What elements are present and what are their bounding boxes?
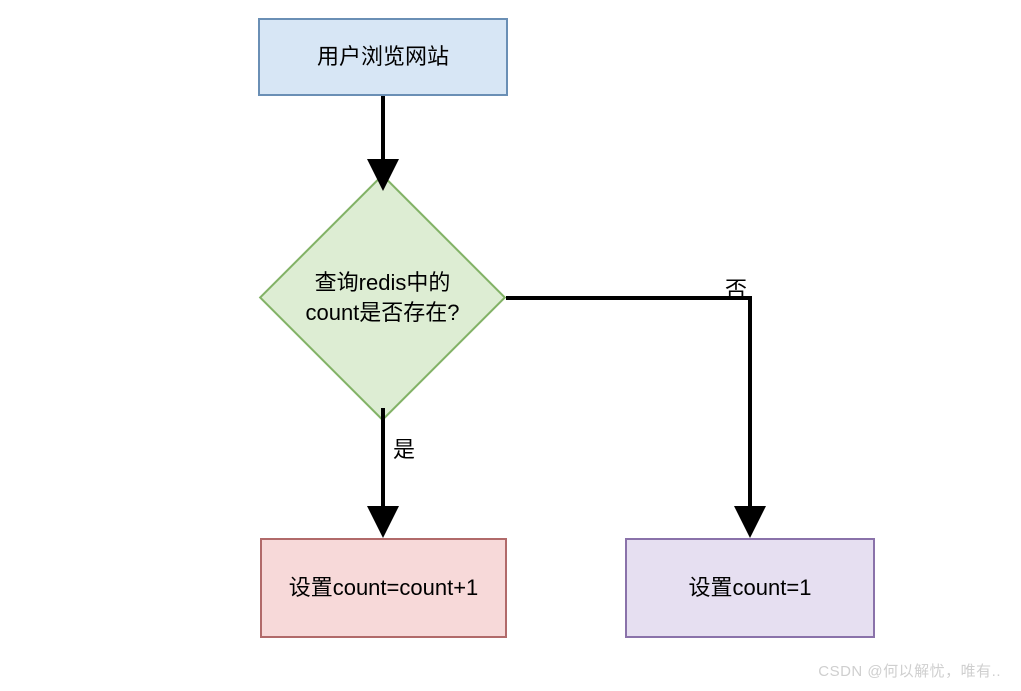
node-yes-action-label: 设置count=count+1 [289, 573, 479, 603]
node-decision-label: 查询redis中的count是否存在? [295, 210, 470, 385]
node-decision: 查询redis中的count是否存在? [295, 210, 470, 385]
node-no-action-label: 设置count=1 [689, 573, 812, 603]
edge-label-yes: 是 [393, 432, 415, 464]
edge-label-no: 否 [725, 272, 747, 304]
node-start-label: 用户浏览网站 [317, 42, 449, 72]
node-yes-action: 设置count=count+1 [260, 538, 507, 638]
arrow-decision-to-no [506, 298, 750, 530]
node-no-action: 设置count=1 [625, 538, 875, 638]
watermark: CSDN @何以解忧，唯有.. [818, 660, 1001, 681]
node-start: 用户浏览网站 [258, 18, 508, 96]
decision-text: 查询redis中的count是否存在? [305, 268, 460, 327]
